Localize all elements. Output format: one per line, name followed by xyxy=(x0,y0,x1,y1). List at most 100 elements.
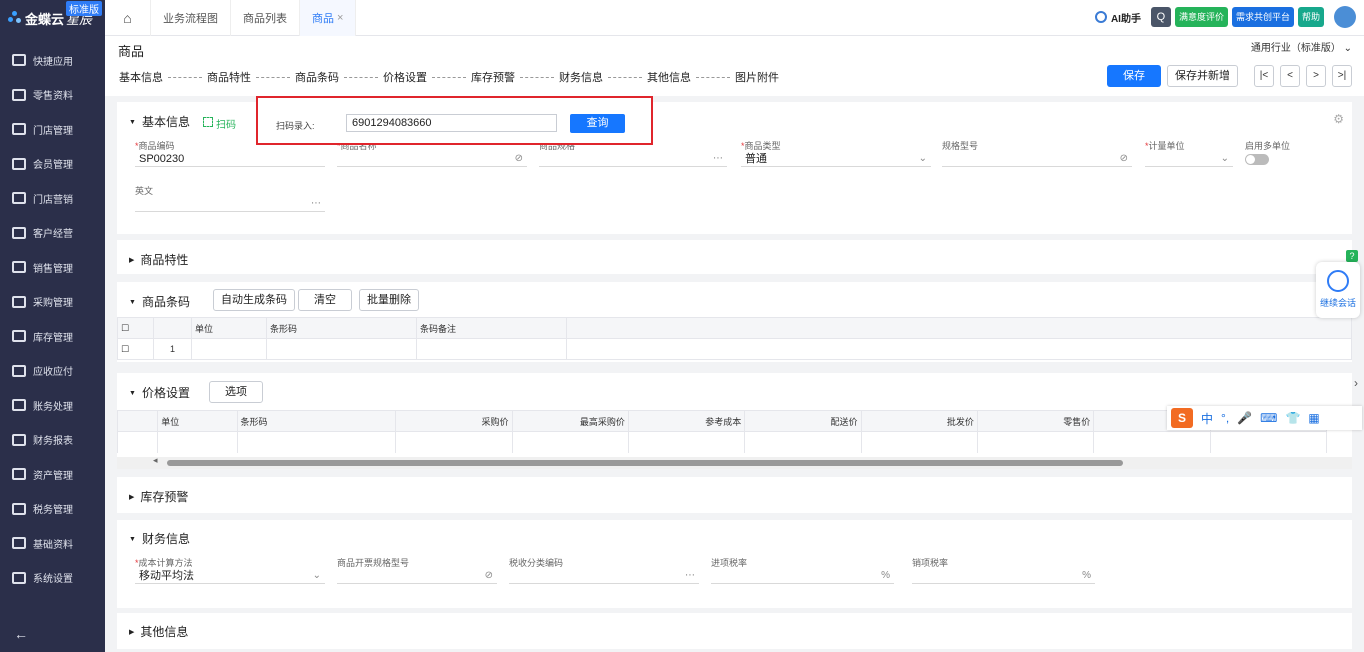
sidebar-item[interactable]: 基础资料 xyxy=(0,526,105,561)
other-title[interactable]: 其他信息 xyxy=(129,623,188,640)
next-record-button[interactable]: > xyxy=(1306,65,1326,87)
punctuation-icon[interactable]: °, xyxy=(1221,411,1229,425)
product-type-select[interactable]: *商品类型 普通 ⌄ xyxy=(741,139,931,167)
section-nav-item[interactable]: 价格设置 xyxy=(383,69,427,85)
sidebar-item-label: 会员管理 xyxy=(33,160,73,172)
sidebar-item[interactable]: 资产管理 xyxy=(0,457,105,492)
logo-icon xyxy=(8,11,22,25)
scan-link[interactable]: 扫码 xyxy=(216,116,236,131)
sidebar-item[interactable]: 零售资料 xyxy=(0,78,105,113)
select-all-checkbox[interactable]: ☐ xyxy=(117,317,154,339)
sidebar-item[interactable]: 门店管理 xyxy=(0,112,105,147)
step-connector xyxy=(520,76,554,78)
microphone-icon[interactable]: 🎤 xyxy=(1237,411,1252,425)
ai-assistant-label[interactable]: AI助手 xyxy=(1111,10,1141,25)
section-nav-item[interactable]: 商品特性 xyxy=(207,69,251,85)
barcode-input[interactable]: 6901294083660 xyxy=(346,114,557,132)
sidebar-item[interactable]: 财务报表 xyxy=(0,423,105,458)
scan-icon[interactable] xyxy=(203,117,213,127)
ai-assistant-icon[interactable] xyxy=(1094,11,1107,23)
options-button[interactable]: 选项 xyxy=(209,381,263,403)
sidebar-item[interactable]: 快捷应用 xyxy=(0,43,105,78)
logo-text: 金蝶云 xyxy=(25,11,65,27)
search-icon[interactable]: Q xyxy=(1150,7,1171,27)
english-name-field[interactable]: 英文 ⋯ xyxy=(135,184,325,212)
output-tax-field[interactable]: 销项税率% xyxy=(912,556,1095,584)
tab-process-map[interactable]: 业务流程图 xyxy=(151,0,231,36)
sidebar-item[interactable]: 采购管理 xyxy=(0,285,105,320)
help-button[interactable]: 帮助 xyxy=(1297,7,1324,27)
basic-info-title[interactable]: 基本信息 xyxy=(129,113,190,130)
member-icon xyxy=(12,157,26,170)
collapse-sidebar-icon[interactable]: ← xyxy=(14,626,28,642)
price-column-header: 采购价 xyxy=(395,410,513,432)
home-tab[interactable]: ⌂ xyxy=(105,0,151,36)
industry-select[interactable]: 通用行业（标准版） ⌄ xyxy=(1251,39,1352,54)
invoice-model-field[interactable]: 商品开票规格型号 ⊘ xyxy=(337,556,497,584)
demand-platform-button[interactable]: 需求共创平台 xyxy=(1231,7,1294,27)
table-row xyxy=(116,431,1328,453)
sidebar-item[interactable]: 销售管理 xyxy=(0,250,105,285)
tab-product[interactable]: 商品 × xyxy=(300,0,357,36)
section-nav-item[interactable]: 基本信息 xyxy=(119,69,163,85)
table-row[interactable]: ☐ 1 xyxy=(117,338,1352,360)
batch-delete-button[interactable]: 批量删除 xyxy=(359,289,419,311)
rate-button[interactable]: 满意度评价 xyxy=(1174,7,1228,27)
feature-panel: 商品特性 xyxy=(117,240,1352,274)
sidebar-item-label: 客户经营 xyxy=(33,229,73,241)
price-column-header: 参考成本 xyxy=(627,410,746,432)
save-button[interactable]: 保存 xyxy=(1107,65,1161,87)
clear-button[interactable]: 清空 xyxy=(298,289,352,311)
section-nav-item[interactable]: 图片附件 xyxy=(735,69,779,85)
barcode-panel: 商品条码 自动生成条码 清空 批量删除 ☐单位条形码条码备注 ☐1 xyxy=(117,282,1352,362)
price-column-header: 条形码 xyxy=(236,410,397,432)
close-tab-icon[interactable]: × xyxy=(337,12,343,24)
section-nav-item[interactable]: 其他信息 xyxy=(647,69,691,85)
row-checkbox[interactable]: ☐ xyxy=(117,338,154,360)
sidebar-item[interactable]: 税务管理 xyxy=(0,492,105,527)
save-and-new-button[interactable]: 保存并新增 xyxy=(1167,65,1238,87)
horizontal-scrollbar[interactable]: ◂ xyxy=(117,455,1352,469)
sidebar-item[interactable]: 门店营销 xyxy=(0,181,105,216)
sidebar-item[interactable]: 账务处理 xyxy=(0,388,105,423)
price-title[interactable]: 价格设置 xyxy=(129,384,190,401)
section-nav-item[interactable]: 财务信息 xyxy=(559,69,603,85)
feature-title[interactable]: 商品特性 xyxy=(129,251,188,268)
finance-title[interactable]: 财务信息 xyxy=(129,530,190,547)
sidebar-item[interactable]: 应收应付 xyxy=(0,354,105,389)
first-record-button[interactable]: |< xyxy=(1254,65,1274,87)
input-tax-field[interactable]: 进项税率% xyxy=(711,556,894,584)
chinese-mode-icon[interactable]: 中 xyxy=(1201,410,1213,427)
toolbox-icon[interactable]: ▦ xyxy=(1308,411,1319,425)
stock-title[interactable]: 库存预警 xyxy=(129,488,188,505)
auto-generate-barcode-button[interactable]: 自动生成条码 xyxy=(213,289,295,311)
sidebar-item[interactable]: 会员管理 xyxy=(0,147,105,182)
chat-widget[interactable]: 继续会话 xyxy=(1316,262,1360,318)
sogou-logo-icon[interactable]: S xyxy=(1171,408,1193,428)
toggle-switch[interactable] xyxy=(1245,154,1269,165)
box-icon xyxy=(12,330,26,343)
basic-settings-gear-icon[interactable]: ⚙ xyxy=(1333,112,1344,126)
prev-record-button[interactable]: < xyxy=(1280,65,1300,87)
avatar[interactable] xyxy=(1334,6,1356,28)
cost-method-select[interactable]: *成本计算方法 移动平均法 ⌄ xyxy=(135,556,325,584)
chevron-down-icon: ⌄ xyxy=(312,570,321,581)
tax-class-field[interactable]: 税收分类编码 ⋯ xyxy=(509,556,699,584)
unit-select[interactable]: *计量单位 ⌄ xyxy=(1145,139,1233,167)
sidebar-item[interactable]: 库存管理 xyxy=(0,319,105,354)
help-question-icon[interactable]: ? xyxy=(1346,250,1358,262)
tab-product-list[interactable]: 商品列表 xyxy=(231,0,300,36)
last-record-button[interactable]: >| xyxy=(1332,65,1352,87)
sidebar-item[interactable]: 客户经营 xyxy=(0,216,105,251)
expand-panel-chevron-icon[interactable]: › xyxy=(1354,376,1358,390)
query-button[interactable]: 查询 xyxy=(570,114,625,133)
sidebar-item[interactable]: 系统设置 xyxy=(0,561,105,596)
model-field[interactable]: 规格型号 ⊘ xyxy=(942,139,1132,167)
app-logo[interactable]: 金蝶云 星辰 标准版 xyxy=(0,0,105,36)
skin-icon[interactable]: 👕 xyxy=(1285,411,1300,425)
multi-unit-toggle[interactable]: 启用多单位 xyxy=(1245,139,1325,168)
keyboard-icon[interactable]: ⌨ xyxy=(1260,411,1277,425)
barcode-title[interactable]: 商品条码 xyxy=(129,293,190,310)
section-nav-item[interactable]: 商品条码 xyxy=(295,69,339,85)
section-nav-item[interactable]: 库存预警 xyxy=(471,69,515,85)
